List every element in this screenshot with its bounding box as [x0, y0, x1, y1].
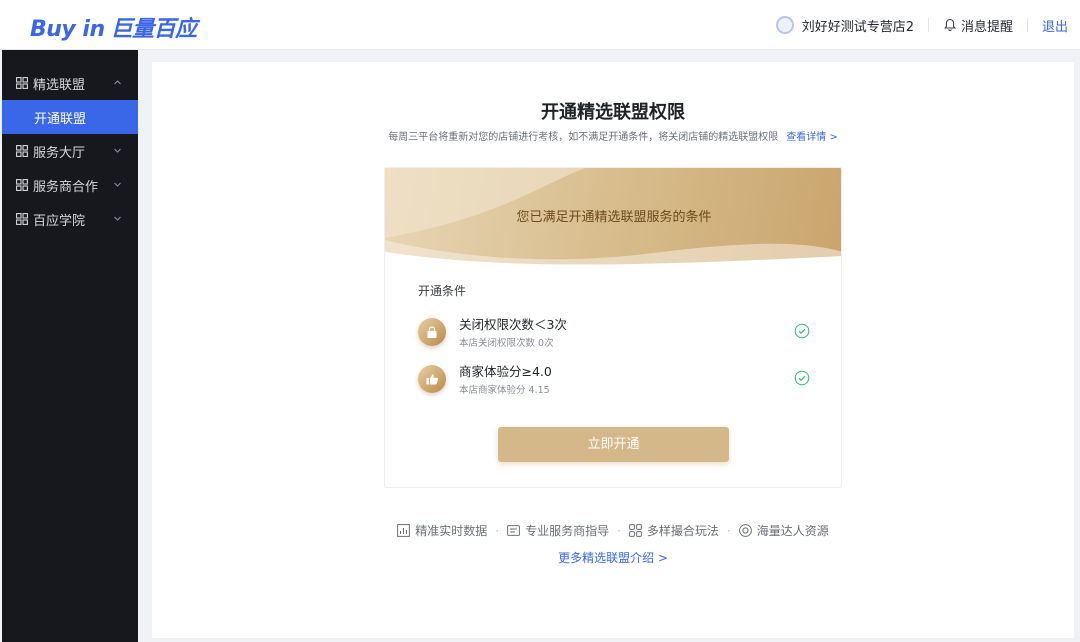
logo[interactable]: Buy in 巨量百应	[30, 11, 197, 43]
sidebar-subitem-open-alliance[interactable]: 开通联盟	[2, 100, 138, 134]
sidebar: 精选联盟 开通联盟 服务大厅 服务商合作 百应学院	[2, 50, 138, 642]
lock-icon	[427, 326, 437, 338]
logo-cn-text: 巨量百应	[110, 17, 198, 42]
feature-label: 专业服务商指导	[525, 524, 610, 538]
sidebar-item-jingxuan[interactable]: 精选联盟	[2, 66, 138, 100]
view-details-link[interactable]: 查看详情 >	[786, 132, 838, 143]
sidebar-item-provider-coop[interactable]: 服务商合作	[2, 168, 138, 202]
chevron-up-icon	[114, 80, 121, 85]
grid-icon	[16, 213, 28, 225]
logo-text: Buy in	[30, 17, 105, 42]
feature-item: 海量达人资源	[738, 522, 829, 539]
condition-item: 关闭权限次数＜3次 本店关闭权限次数 0次	[418, 314, 810, 354]
feature-item: 多样撮合玩法	[629, 522, 719, 539]
sidebar-item-academy[interactable]: 百应学院	[2, 202, 138, 236]
feature-item: 精准实时数据	[397, 522, 487, 539]
feature-label: 多样撮合玩法	[646, 524, 719, 538]
sidebar-item-label: 服务大厅	[33, 145, 86, 161]
avatar[interactable]	[775, 16, 794, 34]
open-now-button[interactable]: 立即开通	[498, 427, 729, 462]
check-circle-icon	[794, 323, 810, 339]
subtitle-text: 每周三平台将重新对您的店铺进行考核，如不满足开通条件，将关闭店铺的精选联盟权限	[388, 132, 779, 143]
bell-icon[interactable]	[943, 18, 957, 32]
target-icon	[738, 524, 752, 537]
condition-desc: 本店关闭权限次数 0次	[459, 338, 554, 349]
condition-name: 关闭权限次数＜3次	[459, 317, 567, 332]
grid-icon	[16, 77, 28, 89]
feature-label: 海量达人资源	[756, 524, 829, 538]
sidebar-item-label: 百应学院	[33, 213, 86, 229]
divider	[1026, 18, 1028, 32]
sidebar-item-label: 服务商合作	[33, 179, 99, 195]
thumbs-up-icon	[426, 374, 439, 385]
condition-item: 商家体验分≥4.0 本店商家体验分 4.15	[418, 361, 810, 401]
chart-icon	[397, 524, 411, 537]
header-actions: 刘好好测试专营店2 消息提醒 退出	[775, 0, 1068, 50]
condition-desc: 本店商家体验分 4.15	[459, 385, 550, 396]
status-banner: 您已满足开通精选联盟服务的条件	[385, 168, 841, 268]
feature-item: 专业服务商指导	[507, 522, 609, 539]
condition-name: 商家体验分≥4.0	[459, 364, 552, 379]
grid-icon	[16, 179, 28, 191]
document-icon	[507, 525, 520, 536]
feature-list: 精准实时数据 · 专业服务商指导 · 多样撮合玩法 · 海量达人资源	[152, 522, 1074, 539]
divider	[927, 18, 929, 32]
chevron-down-icon	[114, 148, 121, 153]
notifications-link[interactable]: 消息提醒	[961, 16, 1013, 35]
grid-icon	[629, 524, 642, 537]
condition-badge	[418, 318, 446, 346]
sidebar-subitem-label: 开通联盟	[34, 111, 87, 127]
feature-label: 精准实时数据	[415, 524, 488, 538]
page-subtitle: 每周三平台将重新对您的店铺进行考核，如不满足开通条件，将关闭店铺的精选联盟权限查…	[152, 128, 1074, 143]
top-bar: Buy in 巨量百应 刘好好测试专营店2 消息提醒 退出	[0, 0, 1080, 50]
sidebar-item-label: 精选联盟	[33, 77, 86, 93]
chevron-down-icon	[114, 182, 121, 187]
sidebar-item-service-hall[interactable]: 服务大厅	[2, 134, 138, 168]
separator-dot: ·	[495, 523, 500, 538]
main-content: 开通精选联盟权限 每周三平台将重新对您的店铺进行考核，如不满足开通条件，将关闭店…	[152, 62, 1074, 638]
conditions-panel: 您已满足开通精选联盟服务的条件 开通条件 关闭权限次数＜3次 本店关闭权限次数 …	[384, 167, 842, 488]
more-intro-link[interactable]: 更多精选联盟介绍 >	[152, 549, 1074, 566]
separator-dot: ·	[617, 523, 621, 538]
banner-text: 您已满足开通精选联盟服务的条件	[516, 210, 712, 225]
page-title: 开通精选联盟权限	[541, 102, 685, 123]
conditions-title: 开通条件	[418, 284, 467, 298]
check-circle-icon	[794, 370, 810, 386]
store-name[interactable]: 刘好好测试专营店2	[802, 16, 914, 35]
chevron-down-icon	[114, 216, 121, 221]
separator-dot: ·	[726, 523, 731, 538]
grid-icon	[16, 145, 28, 157]
condition-badge	[418, 365, 446, 393]
logout-link[interactable]: 退出	[1042, 16, 1068, 35]
